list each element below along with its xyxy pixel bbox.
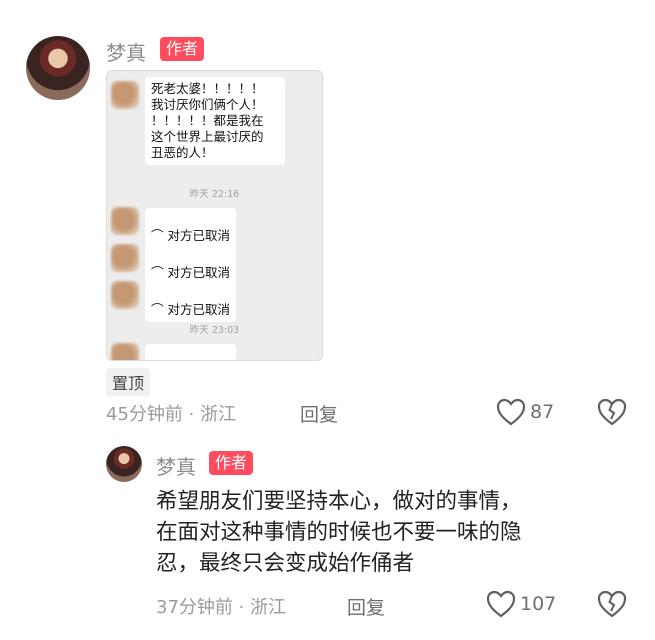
phone-icon: ⌒ xyxy=(151,228,168,243)
dislike-button[interactable] xyxy=(597,590,627,618)
author-name[interactable]: 梦真 xyxy=(106,37,146,66)
cancelled-call-bubble: ⌒ 对方已取消 xyxy=(145,344,236,360)
reply-button[interactable]: 回复 xyxy=(300,400,338,427)
cancelled-call-bubble: ⌒ 对方已取消 xyxy=(145,208,236,248)
comment-image[interactable]: 死老太婆！！！！！ 我讨厌你们俩个人！ ！！！！！都是我在 这个世界上最讨厌的 … xyxy=(106,70,323,361)
author-badge: 作者 xyxy=(209,451,254,475)
comment-time-location: 45分钟前 · 浙江 xyxy=(106,404,237,425)
pinned-tag: 置顶 xyxy=(106,368,151,396)
phone-icon: ⌒ xyxy=(151,302,168,317)
comment-text: 希望朋友们要坚持本心，做对的事情， 在面对这种事情的时候也不要一味的隐 忍，最终… xyxy=(156,489,522,576)
cancelled-label: 对方已取消 xyxy=(167,228,230,243)
broken-heart-icon xyxy=(597,398,627,426)
phone-icon: ⌒ xyxy=(151,265,168,280)
avatar[interactable] xyxy=(106,446,142,482)
avatar[interactable] xyxy=(26,36,90,100)
comment-time-location: 37分钟前 · 浙江 xyxy=(156,597,287,618)
like-count: 107 xyxy=(520,593,557,615)
like-button[interactable]: 107 xyxy=(486,590,556,618)
cancelled-call-bubble: ⌒ 对方已取消 xyxy=(145,282,236,322)
like-count: 87 xyxy=(530,401,555,423)
broken-heart-icon xyxy=(597,590,627,618)
reply-button[interactable]: 回复 xyxy=(347,593,385,620)
blurred-avatar xyxy=(111,207,139,235)
blurred-avatar xyxy=(111,343,139,360)
dislike-button[interactable] xyxy=(597,398,627,426)
blurred-avatar xyxy=(111,81,139,109)
chat-message-bubble: 死老太婆！！！！！ 我讨厌你们俩个人！ ！！！！！都是我在 这个世界上最讨厌的 … xyxy=(145,77,285,165)
blurred-avatar xyxy=(111,281,139,309)
author-badge: 作者 xyxy=(160,37,205,61)
author-name[interactable]: 梦真 xyxy=(156,451,196,480)
heart-icon xyxy=(486,590,516,618)
cancelled-label: 对方已取消 xyxy=(167,265,230,280)
like-button[interactable]: 87 xyxy=(496,398,554,426)
chat-timestamp: 昨天 23:03 xyxy=(189,325,240,336)
blurred-avatar xyxy=(111,244,139,272)
heart-icon xyxy=(496,398,526,426)
cancelled-call-bubble: ⌒ 对方已取消 xyxy=(145,245,236,285)
chat-timestamp: 昨天 22:16 xyxy=(189,189,240,200)
cancelled-label: 对方已取消 xyxy=(167,302,230,317)
